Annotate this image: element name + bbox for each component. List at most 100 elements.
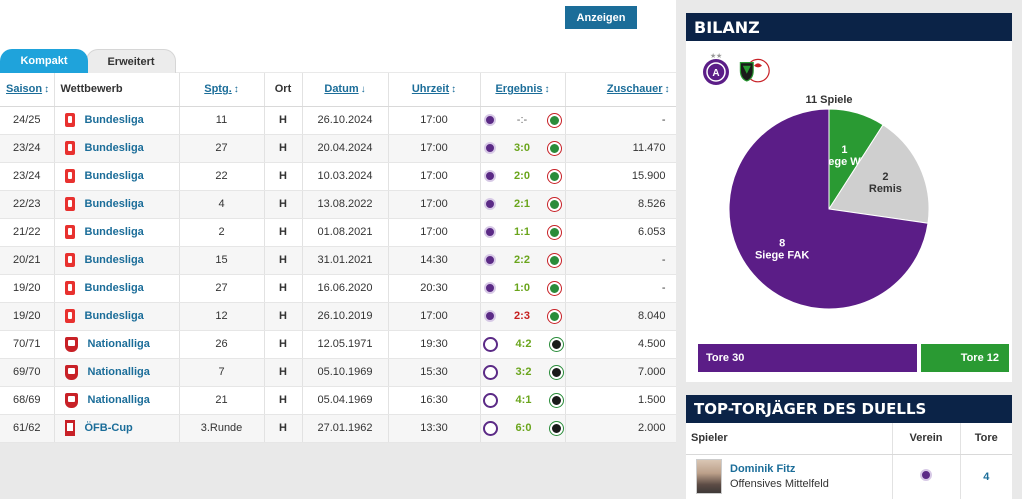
result-link[interactable]: 2:2 — [510, 254, 534, 266]
home-club-icon[interactable] — [484, 310, 496, 322]
result-link[interactable]: 1:0 — [510, 282, 534, 294]
cell-datum: 12.05.1971 — [302, 330, 389, 359]
away-club-icon[interactable] — [548, 169, 561, 183]
bundesliga-logo-icon[interactable] — [64, 169, 75, 183]
bundesliga-logo-icon[interactable] — [64, 253, 75, 267]
cell-saison: 61/62 — [0, 414, 55, 443]
nationalliga-logo-icon[interactable] — [64, 364, 78, 380]
competition-link[interactable]: Bundesliga — [85, 282, 144, 294]
player-name-link[interactable]: Dominik Fitz — [730, 463, 829, 475]
home-club-icon[interactable] — [484, 142, 496, 154]
competition-link[interactable]: ÖFB-Cup — [85, 422, 133, 434]
cell-spieltag[interactable]: 2 — [179, 218, 265, 247]
cell-saison: 68/69 — [0, 386, 55, 415]
player-goals-link[interactable]: 4 — [983, 471, 989, 483]
cell-spieltag[interactable]: 26 — [179, 330, 265, 359]
home-club-icon[interactable] — [484, 114, 496, 126]
pie-title: 11 Spiele — [805, 94, 852, 106]
cell-spieltag[interactable]: 3.Runde — [179, 414, 265, 443]
header-datum[interactable]: Datum ↓ — [302, 73, 389, 107]
cell-spieltag[interactable]: 11 — [179, 106, 265, 135]
nationalliga-logo-icon[interactable] — [64, 392, 78, 408]
bundesliga-logo-icon[interactable] — [64, 141, 75, 155]
competition-link[interactable]: Bundesliga — [85, 226, 144, 238]
away-club-icon[interactable] — [548, 141, 561, 155]
cell-spieltag[interactable]: 27 — [179, 274, 265, 303]
home-club-icon[interactable] — [482, 420, 498, 436]
table-row: 20/21 Bundesliga 15 H 31.01.2021 14:30 2:2 - — [0, 246, 677, 275]
result-link[interactable]: 3:0 — [510, 142, 534, 154]
home-club-icon[interactable] — [482, 392, 498, 408]
avatar[interactable] — [696, 459, 722, 495]
result-link[interactable]: 2:0 — [510, 170, 534, 182]
tab-kompakt[interactable]: Kompakt — [0, 49, 88, 73]
cell-spieltag[interactable]: 27 — [179, 134, 265, 163]
left-column: Anzeigen Erweitert Kompakt Saison ↕ Wettb… — [0, 0, 677, 499]
austria-wien-logo-icon[interactable]: ★ ★ A — [700, 51, 732, 87]
cell-saison: 23/24 — [0, 134, 55, 163]
header-zuschauer[interactable]: Zuschauer ↕ — [565, 73, 677, 107]
header-ergebnis[interactable]: Ergebnis ↕ — [480, 73, 566, 107]
austria-wien-icon[interactable] — [920, 469, 932, 482]
result-link[interactable]: 2:1 — [510, 198, 534, 210]
competition-link[interactable]: Nationalliga — [88, 394, 150, 406]
home-club-icon[interactable] — [484, 170, 496, 182]
competition-link[interactable]: Bundesliga — [85, 114, 144, 126]
result-link[interactable]: 1:1 — [510, 226, 534, 238]
table-row: 22/23 Bundesliga 4 H 13.08.2022 17:00 2:1 8.526 — [0, 190, 677, 219]
bundesliga-logo-icon[interactable] — [64, 281, 75, 295]
result-link[interactable]: 6:0 — [512, 422, 536, 434]
away-club-icon[interactable] — [549, 393, 563, 407]
competition-link[interactable]: Nationalliga — [88, 338, 150, 350]
cell-uhrzeit: 17:00 — [388, 106, 481, 135]
header-uhrzeit[interactable]: Uhrzeit ↕ — [388, 73, 481, 107]
bundesliga-logo-icon[interactable] — [64, 309, 75, 323]
competition-link[interactable]: Nationalliga — [88, 366, 150, 378]
home-club-icon[interactable] — [482, 364, 498, 380]
table-row: 19/20 Bundesliga 12 H 26.10.2019 17:00 2:3 8.04… — [0, 302, 677, 331]
home-club-icon[interactable] — [482, 336, 498, 352]
away-club-icon[interactable] — [549, 337, 563, 351]
away-club-icon[interactable] — [548, 253, 561, 267]
away-club-icon[interactable] — [548, 225, 561, 239]
bundesliga-logo-icon[interactable] — [64, 225, 75, 239]
home-club-icon[interactable] — [484, 282, 496, 294]
home-club-icon[interactable] — [484, 226, 496, 238]
result-link[interactable]: 4:1 — [512, 394, 536, 406]
bundesliga-logo-icon[interactable] — [64, 113, 75, 127]
competition-link[interactable]: Bundesliga — [85, 310, 144, 322]
away-club-icon[interactable] — [549, 365, 563, 379]
right-column: BILANZ ★ ★ A 11 Spiele 1 Siege WW 2 Remi… — [676, 0, 1022, 499]
cell-spieltag[interactable]: 15 — [179, 246, 265, 275]
cell-spieltag[interactable]: 12 — [179, 302, 265, 331]
result-link[interactable]: 4:2 — [512, 338, 536, 350]
away-club-icon[interactable] — [548, 281, 561, 295]
away-club-icon[interactable] — [548, 309, 561, 323]
header-spieltag[interactable]: Sptg. ↕ — [179, 73, 265, 107]
home-club-icon[interactable] — [484, 198, 496, 210]
cell-spieltag[interactable]: 21 — [179, 386, 265, 415]
table-row: 70/71 Nationalliga 26 H 12.05.1971 19:30 4:2 4.… — [0, 330, 677, 359]
result-link[interactable]: -:- — [510, 114, 534, 126]
show-button[interactable]: Anzeigen — [565, 6, 637, 29]
result-link[interactable]: 3:2 — [512, 366, 536, 378]
competition-link[interactable]: Bundesliga — [85, 142, 144, 154]
nationalliga-logo-icon[interactable] — [64, 336, 78, 352]
result-link[interactable]: 2:3 — [510, 310, 534, 322]
cell-saison: 70/71 — [0, 330, 55, 359]
bundesliga-logo-icon[interactable] — [64, 197, 75, 211]
competition-link[interactable]: Bundesliga — [85, 170, 144, 182]
away-club-icon[interactable] — [548, 197, 561, 211]
cup-logo-icon[interactable] — [64, 420, 75, 436]
away-club-icon[interactable] — [548, 113, 561, 127]
header-saison[interactable]: Saison ↕ — [0, 73, 55, 107]
cell-spieltag[interactable]: 4 — [179, 190, 265, 219]
home-club-icon[interactable] — [484, 254, 496, 266]
cell-spieltag[interactable]: 7 — [179, 358, 265, 387]
tab-erweitert[interactable]: Erweitert — [86, 49, 176, 73]
competition-link[interactable]: Bundesliga — [85, 254, 144, 266]
wacker-innsbruck-logo-icon[interactable] — [738, 51, 770, 87]
away-club-icon[interactable] — [549, 421, 563, 435]
cell-spieltag[interactable]: 22 — [179, 162, 265, 191]
competition-link[interactable]: Bundesliga — [85, 198, 144, 210]
